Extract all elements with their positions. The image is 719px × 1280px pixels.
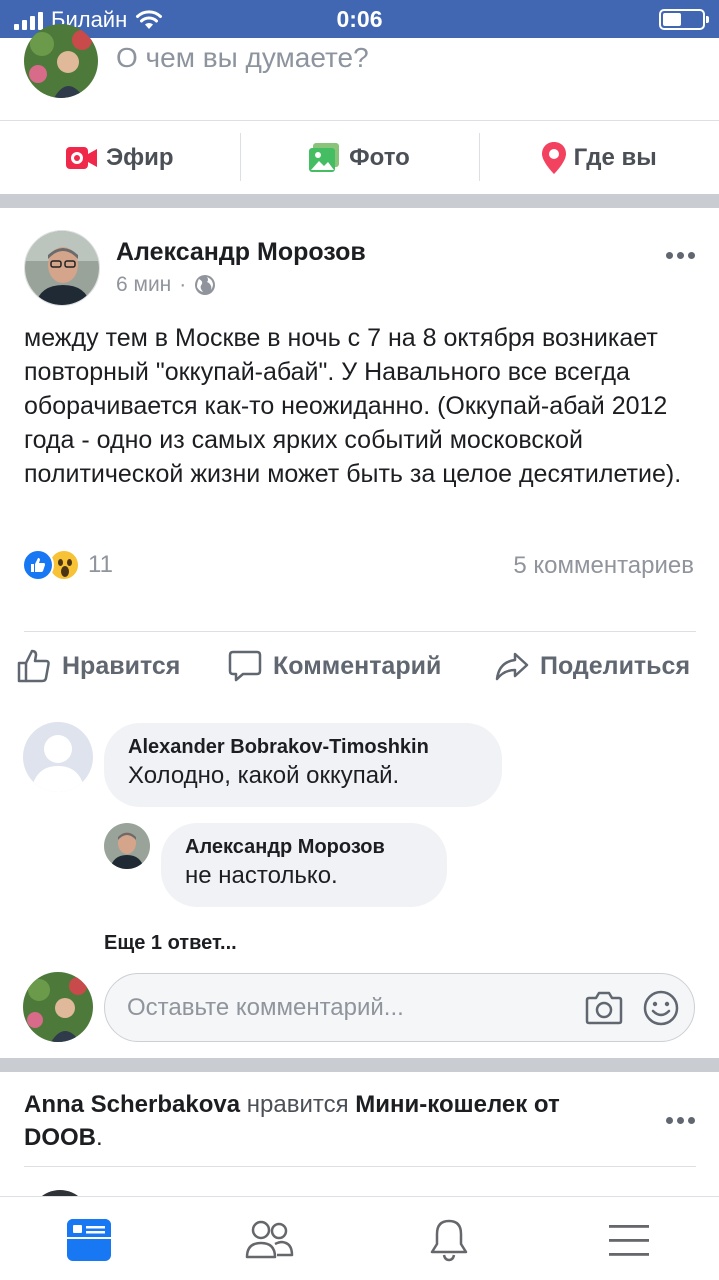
photo-button[interactable]: Фото: [239, 121, 480, 194]
post-author-name[interactable]: Александр Морозов: [116, 238, 366, 267]
post-meta: 6 мин ·: [116, 273, 216, 297]
post-time[interactable]: 6 мин: [116, 273, 171, 297]
clock: 0:06: [336, 6, 383, 32]
share-button[interactable]: Поделиться: [494, 648, 690, 684]
status-bar: Билайн 0:06: [0, 0, 719, 38]
location-pin-icon: [541, 141, 566, 174]
commenter-avatar[interactable]: [23, 722, 93, 792]
nav-notifications[interactable]: [419, 1215, 479, 1265]
live-video-icon: [66, 146, 98, 169]
section-separator: [0, 194, 719, 208]
composer-placeholder[interactable]: О чем вы думаете?: [116, 42, 369, 74]
share-icon: [495, 652, 529, 681]
emoji-icon[interactable]: [642, 989, 680, 1027]
friends-icon: [245, 1220, 294, 1259]
like-reaction-icon: [22, 549, 54, 581]
reactions-summary[interactable]: 11: [22, 549, 113, 581]
composer-actions: Эфир Фото Где вы: [0, 120, 719, 194]
comment-input-box[interactable]: [104, 973, 695, 1042]
battery-icon: [659, 9, 709, 30]
comment-text: Холодно, какой оккупай.: [128, 762, 400, 789]
comment-author[interactable]: Alexander Bobrakov-Timoshkin: [128, 736, 478, 759]
live-button[interactable]: Эфир: [0, 121, 240, 194]
hamburger-menu-icon: [609, 1225, 649, 1256]
story-options-icon[interactable]: [666, 1117, 695, 1124]
nav-menu[interactable]: [599, 1215, 659, 1265]
comment-bubble[interactable]: Alexander Bobrakov-Timoshkin Холодно, ка…: [104, 723, 502, 807]
meta-separator: ·: [179, 273, 187, 296]
story-divider: [24, 1166, 696, 1167]
bottom-navigation: [0, 1196, 719, 1280]
news-feed-icon: [67, 1219, 111, 1261]
reply-author[interactable]: Александр Морозов: [185, 836, 423, 859]
post-options-icon[interactable]: [666, 252, 695, 259]
camera-icon[interactable]: [585, 990, 623, 1026]
comment-icon: [228, 650, 262, 682]
bell-icon: [430, 1219, 468, 1262]
globe-icon: [195, 275, 216, 295]
photo-icon: [309, 142, 340, 172]
reply-author-avatar[interactable]: [104, 823, 150, 869]
story-actor[interactable]: Anna Scherbakova: [24, 1091, 240, 1118]
next-story-header: Anna Scherbakova нравится Мини-кошелек о…: [24, 1088, 644, 1154]
post-divider: [24, 631, 696, 632]
post-author-avatar[interactable]: [24, 230, 100, 306]
nav-friends[interactable]: [239, 1215, 299, 1265]
nav-news-feed[interactable]: [59, 1215, 119, 1265]
more-replies-link[interactable]: Еще 1 ответ...: [104, 932, 237, 955]
like-button[interactable]: Нравится: [16, 648, 180, 684]
comment-button[interactable]: Комментарий: [227, 648, 441, 684]
section-separator: [0, 1058, 719, 1072]
checkin-button[interactable]: Где вы: [479, 121, 719, 194]
comments-count[interactable]: 5 комментариев: [513, 552, 694, 580]
story-verb: нравится: [240, 1091, 356, 1118]
my-comment-avatar[interactable]: [23, 972, 93, 1042]
story-end: .: [96, 1124, 103, 1151]
status-composer[interactable]: О чем вы думаете?: [0, 24, 719, 120]
reply-bubble[interactable]: Александр Морозов не настолько.: [161, 823, 447, 907]
post-text: между тем в Москве в ночь с 7 на 8 октяб…: [24, 324, 682, 488]
post-actions: Нравится Комментарий Поделиться: [0, 648, 719, 694]
comment-input[interactable]: [127, 986, 567, 1030]
reaction-count: 11: [88, 551, 113, 578]
thumbs-up-icon: [17, 649, 50, 683]
reply-text: не настолько.: [185, 862, 338, 889]
my-avatar[interactable]: [24, 24, 98, 98]
